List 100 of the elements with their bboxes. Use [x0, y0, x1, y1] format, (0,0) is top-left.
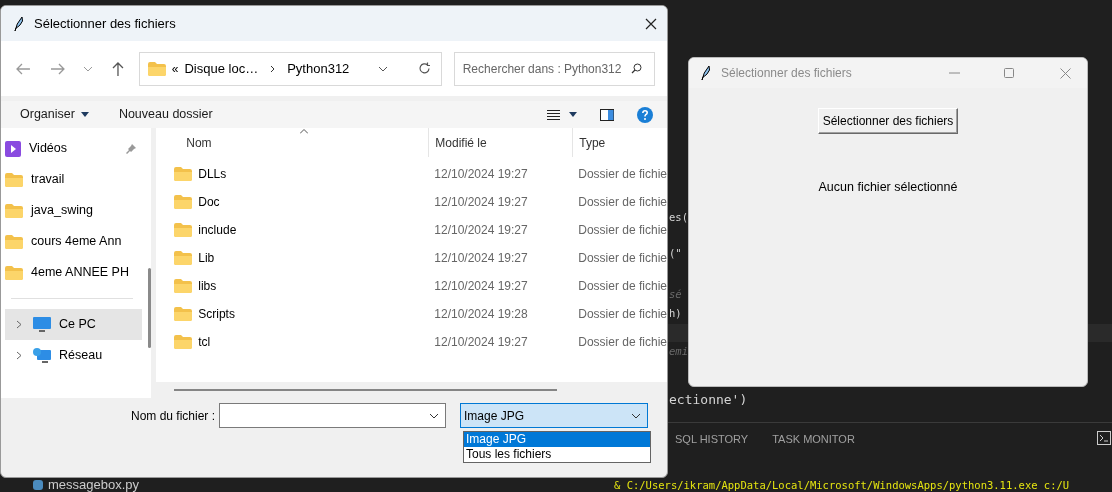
- file-row[interactable]: Doc 12/10/2024 19:27 Dossier de fichie: [156, 188, 667, 216]
- chevron-down-icon[interactable]: [377, 65, 388, 72]
- chevron-right-icon: [270, 64, 276, 73]
- file-type: Dossier de fichie: [577, 278, 667, 295]
- folder-icon: [174, 167, 193, 181]
- file-row[interactable]: Lib 12/10/2024 19:27 Dossier de fichie: [156, 244, 667, 272]
- python-file-icon: [32, 479, 44, 491]
- modified-date: 12/10/2024 19:27: [433, 334, 529, 351]
- computer-icon: [33, 316, 51, 333]
- dropdown-option[interactable]: Tous les fichiers: [464, 447, 650, 462]
- column-header[interactable]: Type: [572, 128, 667, 157]
- breadcrumb-segment[interactable]: Disque loc…: [184, 58, 259, 79]
- modified-date: 12/10/2024 19:27: [433, 250, 529, 267]
- sidebar-item[interactable]: java_swing: [5, 195, 142, 226]
- maximize-icon[interactable]: [1004, 68, 1014, 78]
- modified-date: 12/10/2024 19:28: [433, 306, 529, 323]
- modified-date: 12/10/2024 19:27: [433, 222, 529, 239]
- file-row[interactable]: tcl 12/10/2024 19:27 Dossier de fichie: [156, 328, 667, 356]
- preview-pane-icon[interactable]: [600, 108, 614, 121]
- breadcrumb-segment[interactable]: Python312: [287, 58, 350, 79]
- network-icon: [33, 347, 51, 364]
- explorer-file[interactable]: messagebox.py: [48, 479, 140, 491]
- file-row[interactable]: Scripts 12/10/2024 19:28 Dossier de fichie: [156, 300, 667, 328]
- sidebar-item[interactable]: 4eme ANNEE PH: [5, 257, 142, 288]
- file-row[interactable]: DLLs 12/10/2024 19:27 Dossier de fichie: [156, 160, 667, 188]
- up-arrow-icon[interactable]: [110, 60, 125, 77]
- terminal-icon[interactable]: [1097, 431, 1111, 445]
- caret-icon: [80, 112, 89, 117]
- select-files-button[interactable]: Sélectionner des fichiers: [817, 108, 959, 134]
- file-name: Scripts: [198, 306, 235, 323]
- code-fragment: ectionne'): [669, 391, 748, 409]
- file-type: Dossier de fichie: [577, 222, 667, 239]
- file-name: tcl: [198, 334, 211, 351]
- search-field[interactable]: Rechercher dans : Python312: [453, 51, 655, 86]
- file-name: include: [198, 222, 237, 239]
- organize-menu[interactable]: Organiser: [20, 105, 89, 124]
- file-name: DLLs: [198, 166, 227, 183]
- folder-icon: [5, 172, 23, 187]
- file-type: Dossier de fichie: [577, 306, 667, 323]
- field-label: Nom du fichier :: [129, 408, 216, 425]
- sidebar-item[interactable]: travail: [5, 164, 142, 195]
- file-type: Dossier de fichie: [577, 166, 667, 183]
- folder-icon: [147, 61, 166, 76]
- window-title: Sélectionner des fichiers: [34, 14, 177, 33]
- code-fragment: es(: [669, 210, 688, 225]
- code-fragment: (": [669, 246, 682, 261]
- file-row[interactable]: libs 12/10/2024 19:27 Dossier de fichie: [156, 272, 667, 300]
- code-fragment: h): [669, 306, 682, 321]
- caret-icon[interactable]: [569, 112, 577, 117]
- modified-date: 12/10/2024 19:27: [433, 166, 529, 183]
- scrollbar-thumb[interactable]: [174, 389, 558, 391]
- help-icon[interactable]: [637, 106, 653, 123]
- column-header[interactable]: Nom: [156, 128, 429, 157]
- panel-tab[interactable]: SQL HISTORY: [675, 431, 749, 448]
- sidebar-item[interactable]: cours 4eme Ann: [5, 226, 142, 257]
- panel-tab[interactable]: TASK MONITOR: [772, 431, 855, 448]
- folder-icon: [174, 195, 193, 209]
- overflow-icon[interactable]: «: [171, 59, 179, 78]
- forward-arrow-icon[interactable]: [49, 61, 66, 76]
- status-label: Aucun fichier sélectionné: [818, 179, 958, 196]
- sort-caret-icon: [300, 129, 309, 134]
- sidebar-item[interactable]: Vidéos: [5, 133, 142, 164]
- sidebar-item[interactable]: Réseau: [5, 340, 142, 371]
- feather-icon: [701, 65, 711, 81]
- refresh-icon[interactable]: [417, 62, 431, 75]
- folder-icon: [174, 251, 193, 265]
- folder-icon: [5, 265, 23, 280]
- dropdown-option[interactable]: Image JPG: [464, 432, 650, 447]
- search-icon[interactable]: [631, 63, 642, 74]
- file-type: Dossier de fichie: [577, 250, 667, 267]
- back-arrow-icon[interactable]: [15, 61, 31, 76]
- video-folder-icon: [5, 140, 21, 157]
- chevron-down-icon: [631, 412, 641, 419]
- file-type: Dossier de fichie: [577, 334, 667, 351]
- folder-icon: [174, 223, 193, 237]
- pin-icon: [126, 143, 136, 154]
- folder-icon: [5, 234, 23, 249]
- new-folder-button[interactable]: Nouveau dossier: [118, 105, 213, 124]
- file-type-dropdown[interactable]: Image JPG: [460, 403, 648, 428]
- modified-date: 12/10/2024 19:27: [433, 194, 529, 211]
- modified-date: 12/10/2024 19:27: [433, 278, 529, 295]
- file-name: Doc: [198, 194, 220, 211]
- code-fragment: sé: [669, 287, 682, 302]
- filename-field[interactable]: [219, 403, 446, 428]
- folder-icon: [174, 335, 193, 349]
- file-name: Lib: [198, 250, 215, 267]
- file-type: Dossier de fichie: [577, 194, 667, 211]
- column-header[interactable]: Modifié le: [428, 128, 573, 157]
- folder-icon: [174, 307, 193, 321]
- window-title: Sélectionner des fichiers: [721, 65, 853, 82]
- view-list-icon[interactable]: [547, 109, 560, 120]
- chevron-down-icon: [429, 412, 439, 419]
- address-bar[interactable]: « Disque loc… Python312: [138, 51, 442, 86]
- file-name: libs: [198, 278, 217, 295]
- folder-icon: [5, 203, 23, 218]
- folder-icon: [174, 279, 193, 293]
- close-icon[interactable]: [645, 17, 657, 30]
- file-row[interactable]: include 12/10/2024 19:27 Dossier de fichie: [156, 216, 667, 244]
- code-fragment: emi: [669, 344, 688, 359]
- sidebar-item[interactable]: Ce PC: [5, 309, 142, 340]
